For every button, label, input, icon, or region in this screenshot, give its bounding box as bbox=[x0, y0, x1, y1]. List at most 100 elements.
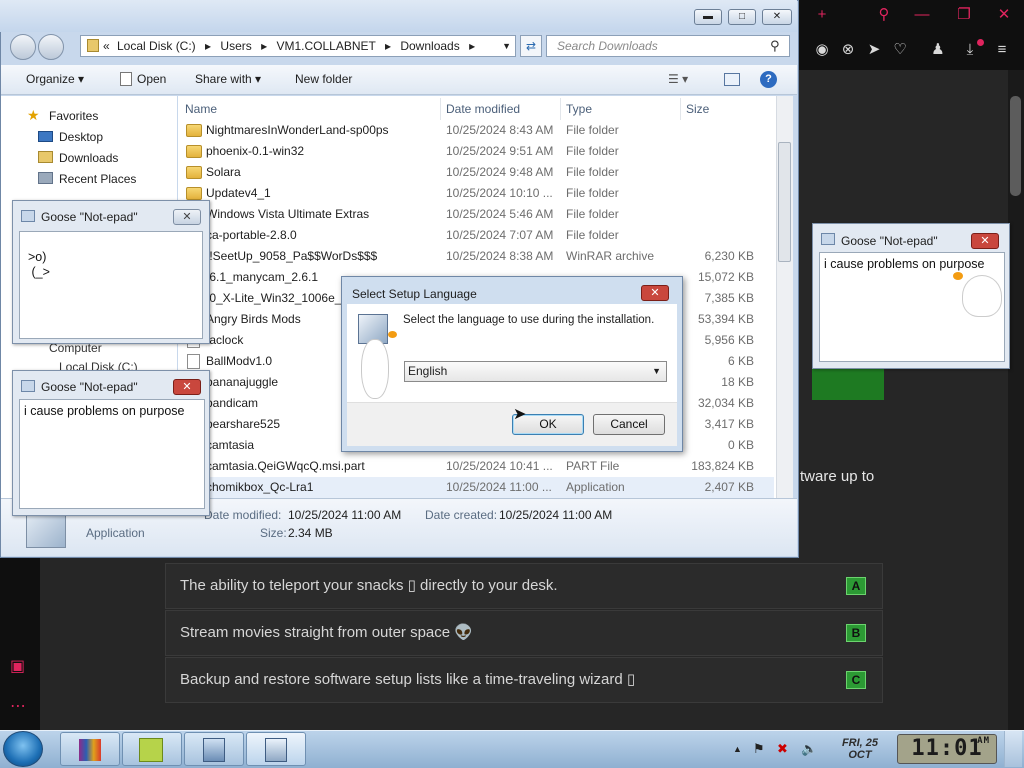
breadcrumb-arrow-icon[interactable]: ▸ bbox=[205, 39, 211, 53]
option-c[interactable]: Backup and restore software setup lists … bbox=[165, 657, 883, 703]
action-center-icon[interactable]: ⚑ bbox=[753, 741, 765, 757]
file-row[interactable]: !!SeetUp_9058_Pa$$WorDs$$$ 10/25/2024 8:3… bbox=[182, 246, 774, 267]
new-tab-icon[interactable]: + bbox=[811, 4, 833, 26]
option-text: Backup and restore software setup lists … bbox=[180, 671, 636, 688]
goose-icon bbox=[362, 340, 388, 398]
breadcrumb-item[interactable]: Local Disk (C:) bbox=[117, 39, 196, 53]
file-list-scroll-thumb[interactable] bbox=[778, 142, 791, 262]
profile-icon[interactable]: ♟ bbox=[927, 39, 949, 61]
forward-button[interactable] bbox=[38, 34, 64, 60]
search-icon[interactable]: ⚲ bbox=[770, 38, 780, 54]
notepad-textarea[interactable]: i cause problems on purpose bbox=[19, 399, 205, 509]
organize-button[interactable]: Organize ▾ bbox=[26, 72, 84, 86]
preview-pane-icon[interactable] bbox=[724, 73, 740, 86]
show-hidden-icons-icon[interactable]: ▲ bbox=[733, 744, 742, 754]
volume-icon[interactable]: 🔈 bbox=[801, 741, 817, 757]
breadcrumb-item[interactable]: Users bbox=[220, 39, 251, 53]
close-button[interactable]: ✕ bbox=[173, 379, 201, 395]
file-row[interactable]: Windows Vista Ultimate Extras 10/25/2024 … bbox=[182, 204, 774, 225]
file-size: 0 KB bbox=[727, 438, 754, 452]
breadcrumb-arrow-icon[interactable]: ▸ bbox=[385, 39, 391, 53]
goose-notepad-window[interactable]: Goose "Not-epad" ✕ i cause problems on p… bbox=[12, 370, 210, 516]
send-icon[interactable]: ➤ bbox=[863, 39, 885, 61]
new-folder-button[interactable]: New folder bbox=[295, 72, 352, 86]
dialog-close-button[interactable]: ✕ bbox=[641, 285, 669, 301]
file-row[interactable]: ca-portable-2.8.0 10/25/2024 7:07 AM File … bbox=[182, 225, 774, 246]
maximize-button[interactable]: □ bbox=[728, 9, 756, 25]
nav-downloads[interactable]: Downloads bbox=[59, 151, 118, 165]
browser-scroll-thumb[interactable] bbox=[1010, 96, 1021, 196]
details-modified: 10/25/2024 11:00 AM bbox=[288, 508, 402, 522]
option-a[interactable]: The ability to teleport your snacks ▯ di… bbox=[165, 563, 883, 609]
refresh-icon[interactable]: ⇄ bbox=[520, 35, 542, 57]
taskbar-setup[interactable] bbox=[246, 732, 306, 766]
search-icon[interactable]: ⚲ bbox=[873, 4, 895, 26]
taskbar-goose[interactable] bbox=[122, 732, 182, 766]
minimize-icon[interactable]: — bbox=[911, 4, 933, 26]
file-name: Windows Vista Ultimate Extras bbox=[206, 207, 370, 221]
breadcrumb-arrow-icon[interactable]: ▸ bbox=[261, 39, 267, 53]
start-button[interactable] bbox=[3, 731, 43, 767]
overflow-chevron-icon[interactable]: « bbox=[103, 36, 110, 56]
partial-page-text: tware up to bbox=[800, 468, 875, 485]
option-key-badge: C bbox=[846, 671, 866, 689]
show-desktop-button[interactable] bbox=[1004, 731, 1022, 767]
file-size: 183,824 KB bbox=[691, 459, 754, 473]
chevron-down-icon[interactable]: ▼ bbox=[652, 362, 661, 381]
close-button[interactable]: ✕ bbox=[173, 209, 201, 225]
option-b[interactable]: Stream movies straight from outer space … bbox=[165, 610, 883, 656]
explorer-titlebar[interactable] bbox=[0, 0, 797, 32]
block-icon[interactable]: ⊗ bbox=[837, 39, 859, 61]
open-button[interactable]: Open bbox=[137, 72, 166, 86]
column-name[interactable]: Name bbox=[185, 102, 217, 116]
address-bar[interactable]: « Local Disk (C:) ▸ Users ▸ VM1.COLLABNE… bbox=[80, 35, 516, 57]
clock[interactable]: 11:01 AM bbox=[897, 734, 997, 764]
goose-notepad-window[interactable]: Goose "Not-epad" ✕ i cause problems on p… bbox=[812, 223, 1010, 369]
file-name: NightmaresInWonderLand-sp00ps bbox=[206, 123, 389, 137]
menu-icon[interactable]: ≡ bbox=[991, 39, 1013, 61]
more-icon[interactable]: ⋯ bbox=[10, 696, 26, 716]
nav-desktop[interactable]: Desktop bbox=[59, 130, 103, 144]
taskbar-winrar[interactable] bbox=[60, 732, 120, 766]
view-options-icon[interactable]: ☰ ▾ bbox=[668, 72, 688, 86]
clock-date[interactable]: FRI, 25 OCT bbox=[834, 737, 886, 761]
file-row[interactable]: camtasia.QeiGWqcQ.msi.part 10/25/2024 10:… bbox=[182, 456, 774, 477]
goose-beak-icon bbox=[953, 272, 963, 280]
back-button[interactable] bbox=[10, 34, 36, 60]
file-row[interactable]: Solara 10/25/2024 9:48 AM File folder bbox=[182, 162, 774, 183]
close-icon[interactable]: ✕ bbox=[993, 4, 1015, 26]
breadcrumb-arrow-icon[interactable]: ▸ bbox=[469, 39, 475, 53]
cancel-button[interactable]: Cancel bbox=[593, 414, 665, 435]
share-with-button[interactable]: Share with ▾ bbox=[195, 72, 261, 86]
image-icon[interactable]: ▣ bbox=[10, 656, 25, 676]
minimize-button[interactable]: ▬ bbox=[694, 9, 722, 25]
file-date: 10/25/2024 7:07 AM bbox=[446, 228, 554, 242]
breadcrumb-item[interactable]: VM1.COLLABNET bbox=[276, 39, 375, 53]
search-input[interactable]: Search Downloads bbox=[546, 35, 790, 57]
column-date-modified[interactable]: Date modified bbox=[446, 102, 520, 116]
network-icon[interactable]: ✖ bbox=[777, 741, 788, 757]
notepad-textarea[interactable]: >o) (_> bbox=[19, 231, 203, 339]
breadcrumb-item[interactable]: Downloads bbox=[400, 39, 459, 53]
camera-icon[interactable]: ◉ bbox=[811, 39, 833, 61]
address-dropdown-icon[interactable]: ▼ bbox=[502, 36, 511, 56]
goose-icon[interactable] bbox=[963, 276, 1001, 316]
goose-notepad-window[interactable]: Goose "Not-epad" ✕ >o) (_> bbox=[12, 200, 210, 344]
downloads-folder-icon bbox=[38, 151, 53, 163]
column-type[interactable]: Type bbox=[566, 102, 592, 116]
desktop-icon bbox=[38, 131, 53, 142]
file-row[interactable]: NightmaresInWonderLand-sp00ps 10/25/2024 … bbox=[182, 120, 774, 141]
language-select[interactable]: English ▼ bbox=[404, 361, 667, 382]
nav-favorites[interactable]: Favorites bbox=[49, 109, 98, 123]
column-size[interactable]: Size bbox=[686, 102, 709, 116]
file-row[interactable]: Updatev4_1 10/25/2024 10:10 ... File folde… bbox=[182, 183, 774, 204]
file-row[interactable]: phoenix-0.1-win32 10/25/2024 9:51 AM File … bbox=[182, 141, 774, 162]
restore-icon[interactable]: ❐ bbox=[953, 4, 975, 26]
file-row[interactable]: chomikbox_Qc-Lra1 10/25/2024 11:00 ... App… bbox=[182, 477, 774, 498]
heart-icon[interactable]: ♡ bbox=[889, 39, 911, 61]
taskbar-explorer[interactable] bbox=[184, 732, 244, 766]
help-icon[interactable]: ? bbox=[760, 71, 777, 88]
close-button[interactable]: ✕ bbox=[762, 9, 792, 25]
nav-recent-places[interactable]: Recent Places bbox=[59, 172, 136, 186]
close-button[interactable]: ✕ bbox=[971, 233, 999, 249]
